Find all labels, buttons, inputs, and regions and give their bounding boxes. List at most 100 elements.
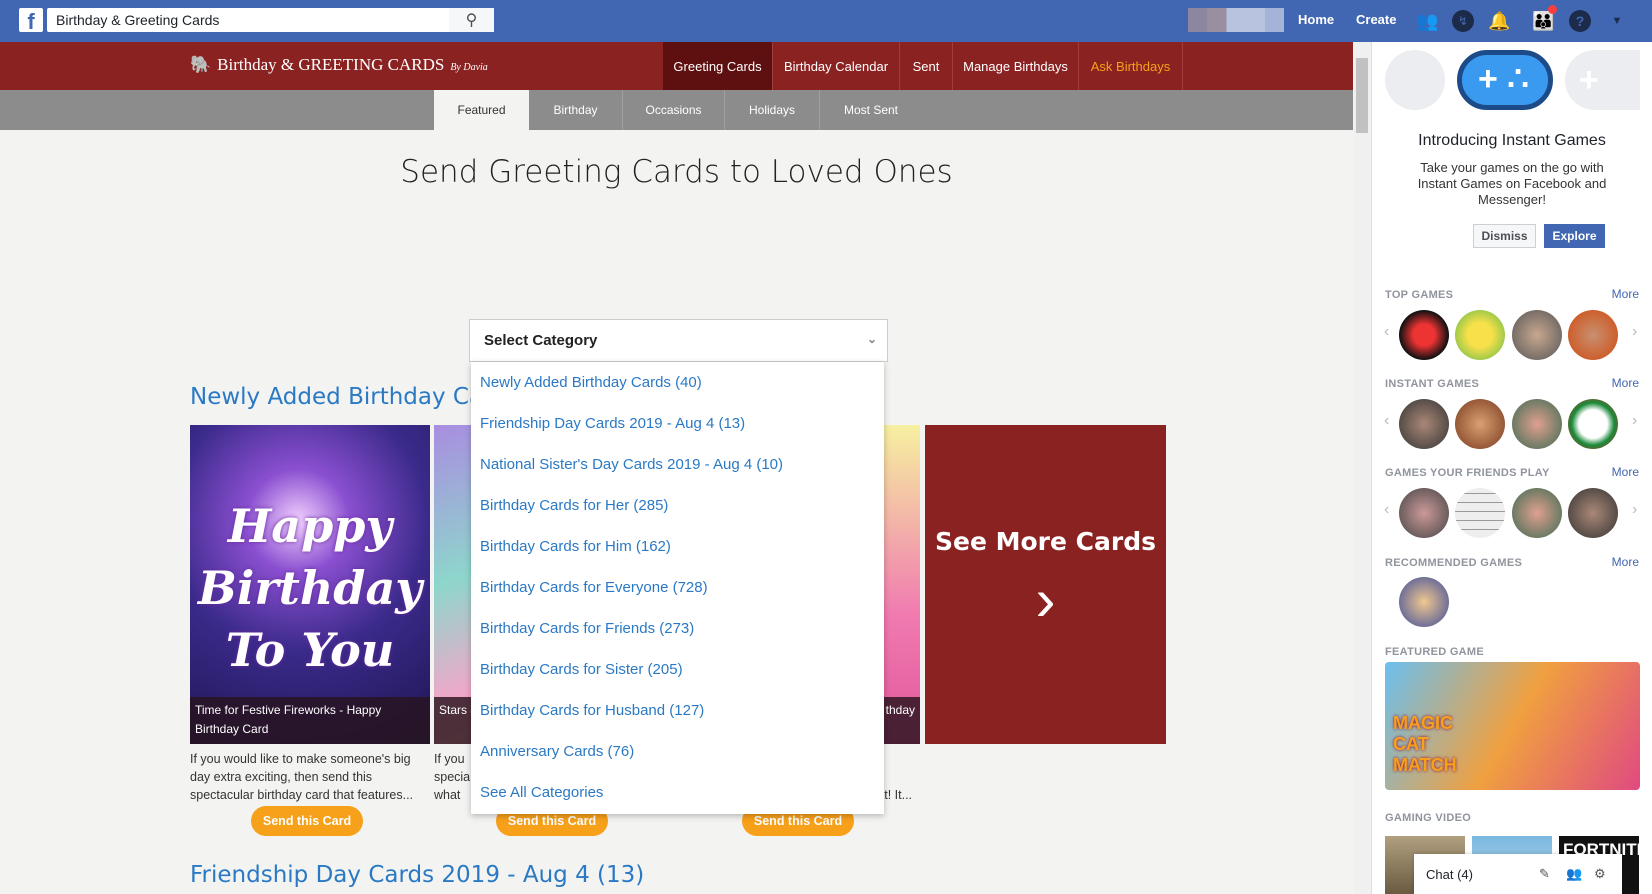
card-thumbnail[interactable]: Happy Birthday To You Time for Festive F… — [190, 425, 430, 744]
card-caption: Time for Festive Fireworks - Happy Birth… — [190, 697, 430, 744]
gear-icon[interactable]: ⚙ — [1594, 866, 1606, 882]
nav-birthday-calendar[interactable]: Birthday Calendar — [772, 42, 899, 90]
scrollbar-thumb[interactable] — [1356, 58, 1368, 133]
friends-icon[interactable]: 👥 — [1416, 10, 1438, 32]
more-link[interactable]: More — [1612, 555, 1639, 569]
section-heading[interactable]: Friendship Day Cards 2019 - Aug 4 (13) — [190, 862, 644, 888]
gamepad-icon: + — [1565, 50, 1640, 110]
tab-most-sent[interactable]: Most Sent — [819, 90, 922, 130]
tab-featured[interactable]: Featured — [434, 90, 529, 130]
dropdown-option[interactable]: Birthday Cards for Everyone (728) — [471, 567, 884, 608]
category-select[interactable]: Select Category ⌄ — [469, 319, 888, 362]
card-description: If you special what m — [434, 752, 470, 802]
game-icon[interactable] — [1568, 488, 1618, 538]
gamepad-icon: + ∴ — [1457, 50, 1553, 110]
dropdown-option[interactable]: Newly Added Birthday Cards (40) — [471, 362, 884, 403]
brand-by: By Davia — [450, 62, 488, 73]
dropdown-option[interactable]: Birthday Cards for Sister (205) — [471, 649, 884, 690]
help-icon[interactable]: ? — [1569, 10, 1591, 32]
elephant-icon: 🐘 — [190, 55, 212, 74]
section-label: INSTANT GAMES — [1385, 378, 1480, 390]
section-label: GAMING VIDEO — [1385, 812, 1472, 824]
featured-game-banner[interactable]: MAGIC CAT MATCH — [1385, 662, 1640, 790]
category-tabs: Featured Birthday Occasions Holidays Mos… — [0, 90, 1353, 130]
game-icon[interactable] — [1399, 577, 1449, 627]
nav-greeting-cards[interactable]: Greeting Cards — [663, 42, 772, 90]
send-card-button[interactable]: Send this Card — [251, 806, 363, 836]
select-label: Select Category — [484, 332, 598, 349]
nav-sent[interactable]: Sent — [899, 42, 952, 90]
nav-ask-birthdays[interactable]: Ask Birthdays — [1078, 42, 1183, 90]
chat-label: Chat (4) — [1426, 866, 1473, 882]
brand-name: Birthday & GREETING CARDS — [217, 55, 445, 74]
card-description: If you would like to make someone's big … — [190, 752, 414, 802]
dropdown-option[interactable]: Anniversary Cards (76) — [471, 731, 884, 772]
game-icon[interactable] — [1568, 310, 1618, 360]
dropdown-option[interactable]: Birthday Cards for Him (162) — [471, 526, 884, 567]
dropdown-option[interactable]: Friendship Day Cards 2019 - Aug 4 (13) — [471, 403, 884, 444]
chevron-right-icon[interactable]: › — [1632, 323, 1637, 341]
search-icon: ⚲ — [465, 12, 478, 29]
game-icon[interactable] — [1399, 399, 1449, 449]
app-logo[interactable]: 🐘 Birthday & GREETING CARDS By Davia — [190, 55, 488, 75]
promo-title: Introducing Instant Games — [1418, 132, 1606, 149]
chevron-left-icon[interactable]: ‹ — [1384, 412, 1389, 430]
dropdown-option[interactable]: Birthday Cards for Her (285) — [471, 485, 884, 526]
see-more-label: See More Cards — [935, 527, 1156, 556]
caret-down-icon[interactable]: ▼ — [1606, 10, 1628, 32]
search-input[interactable] — [47, 12, 449, 28]
featured-game-art: MAGIC CAT MATCH — [1393, 713, 1457, 775]
game-icon[interactable] — [1399, 310, 1449, 360]
more-link[interactable]: More — [1612, 287, 1639, 301]
chevron-right-icon[interactable]: › — [1632, 412, 1637, 430]
compose-icon[interactable]: ✎ — [1539, 866, 1550, 882]
section-label: FEATURED GAME — [1385, 646, 1485, 658]
category-dropdown: Newly Added Birthday Cards (40) Friendsh… — [471, 362, 884, 814]
dropdown-option[interactable]: Birthday Cards for Friends (273) — [471, 608, 884, 649]
chevron-right-icon[interactable]: › — [1632, 501, 1637, 519]
notification-badge — [1548, 5, 1557, 14]
games-sidebar: + ∴ + Introducing Instant Games Take you… — [1371, 42, 1652, 894]
dropdown-option-see-all[interactable]: See All Categories — [471, 772, 884, 813]
notifications-icon[interactable]: 🔔 — [1488, 10, 1510, 32]
chevron-left-icon[interactable]: ‹ — [1384, 323, 1389, 341]
game-icon[interactable] — [1455, 488, 1505, 538]
dropdown-option[interactable]: National Sister's Day Cards 2019 - Aug 4… — [471, 444, 884, 485]
game-icon[interactable] — [1568, 399, 1618, 449]
more-link[interactable]: More — [1612, 376, 1639, 390]
chevron-right-icon: › — [1035, 566, 1056, 633]
home-link[interactable]: Home — [1298, 12, 1334, 27]
scrollbar[interactable] — [1354, 42, 1370, 894]
group-icon[interactable]: 👥 — [1566, 866, 1582, 882]
game-icon[interactable] — [1512, 399, 1562, 449]
more-link[interactable]: More — [1612, 465, 1639, 479]
game-icon[interactable] — [1455, 399, 1505, 449]
section-label: TOP GAMES — [1385, 289, 1454, 301]
nav-manage-birthdays[interactable]: Manage Birthdays — [952, 42, 1078, 90]
section-label: RECOMMENDED GAMES — [1385, 557, 1523, 569]
create-link[interactable]: Create — [1356, 12, 1396, 27]
facebook-logo-icon[interactable]: f — [19, 8, 43, 32]
dropdown-option[interactable]: Birthday Cards for Husband (127) — [471, 690, 884, 731]
section-heading[interactable]: Newly Added Birthday Cards (40) — [190, 384, 480, 410]
tab-occasions[interactable]: Occasions — [622, 90, 724, 130]
search-bar: ⚲ — [47, 8, 494, 32]
promo-text: Take your games on the go with Instant G… — [1417, 160, 1607, 207]
tab-birthday[interactable]: Birthday — [529, 90, 622, 130]
gamepad-icon — [1385, 50, 1445, 110]
page-title: Send Greeting Cards to Loved Ones — [400, 154, 953, 190]
game-icon[interactable] — [1455, 310, 1505, 360]
dismiss-button[interactable]: Dismiss — [1473, 224, 1536, 248]
game-icon[interactable] — [1399, 488, 1449, 538]
game-icon[interactable] — [1512, 310, 1562, 360]
explore-button[interactable]: Explore — [1544, 224, 1605, 248]
game-icon[interactable] — [1512, 488, 1562, 538]
tab-holidays[interactable]: Holidays — [724, 90, 819, 130]
see-more-cards-button[interactable]: See More Cards › — [925, 425, 1166, 744]
profile-avatar-blurred[interactable] — [1188, 8, 1284, 32]
messenger-icon[interactable]: ↯ — [1452, 10, 1474, 32]
search-button[interactable]: ⚲ — [449, 8, 494, 32]
section-label: GAMES YOUR FRIENDS PLAY — [1385, 467, 1550, 479]
chat-bar[interactable]: Chat (4) ✎ 👥 ⚙ — [1414, 854, 1622, 894]
chevron-left-icon[interactable]: ‹ — [1384, 501, 1389, 519]
